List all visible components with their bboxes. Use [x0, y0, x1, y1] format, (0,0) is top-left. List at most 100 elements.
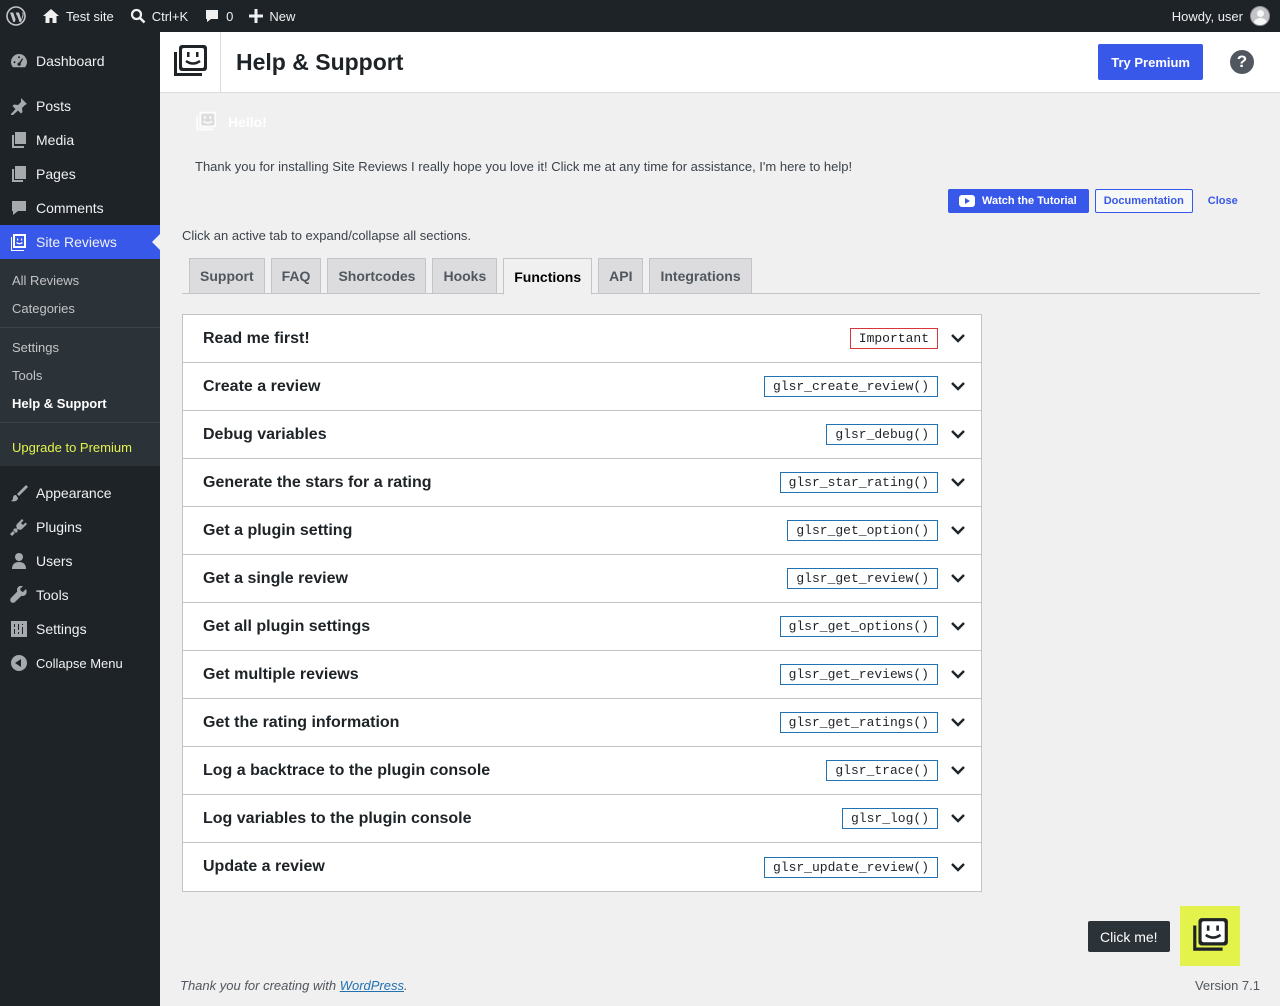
plugin-icon [10, 518, 28, 536]
function-code: glsr_create_review() [763, 376, 938, 397]
chevron-down-icon [951, 428, 965, 442]
dashboard-icon [10, 52, 28, 70]
accordion-section[interactable]: Get multiple reviews glsr_get_reviews() [183, 651, 981, 699]
menu-dashboard[interactable]: Dashboard [0, 44, 160, 78]
assistant-button[interactable] [1180, 906, 1240, 966]
menu-plugins[interactable]: Plugins [0, 510, 160, 544]
admin-bar: Test site Ctrl+K 0 New Howdy, user [0, 0, 1280, 32]
brush-icon [10, 484, 28, 502]
menu-tools[interactable]: Tools [0, 578, 160, 612]
comment-icon [10, 199, 28, 217]
avatar [1250, 6, 1270, 26]
chevron-down-icon [951, 524, 965, 538]
tab-api[interactable]: API [598, 258, 644, 294]
menu-label: Plugins [36, 519, 82, 535]
tab-integrations[interactable]: Integrations [649, 258, 752, 294]
accordion-section[interactable]: Get the rating information glsr_get_rati… [183, 699, 981, 747]
footer-thanks-suffix: . [404, 978, 408, 993]
menu-comments[interactable]: Comments [0, 191, 160, 225]
watch-tutorial-label: Watch the Tutorial [982, 195, 1077, 207]
tab-faq[interactable]: FAQ [270, 258, 322, 294]
accordion-section[interactable]: Update a review glsr_update_review() [183, 843, 981, 891]
menu-posts[interactable]: Posts [0, 89, 160, 123]
chevron-down-icon [951, 764, 965, 778]
help-icon[interactable]: ? [1230, 50, 1254, 74]
site-reviews-submenu: All Reviews Categories Settings Tools He… [0, 259, 160, 466]
new-label: New [269, 8, 296, 24]
accordion-section[interactable]: Create a review glsr_create_review() [183, 363, 981, 411]
home-icon [43, 9, 59, 23]
submenu-tools[interactable]: Tools [0, 361, 160, 389]
tab-functions[interactable]: Functions [503, 258, 593, 295]
menu-label: Site Reviews [36, 234, 117, 250]
function-code: glsr_star_rating() [779, 472, 938, 493]
submenu-upgrade-premium[interactable]: Upgrade to Premium [0, 428, 160, 466]
close-welcome-button[interactable]: Close [1208, 195, 1238, 207]
menu-collapse[interactable]: Collapse Menu [0, 646, 160, 680]
welcome-actions: Watch the Tutorial Documentation Close [948, 189, 1238, 213]
accordion-section[interactable]: Log a backtrace to the plugin console gl… [183, 747, 981, 795]
menu-label: Collapse Menu [36, 655, 123, 671]
pages-icon [10, 165, 28, 183]
comments-count: 0 [226, 8, 234, 24]
account-menu[interactable]: Howdy, user [1164, 0, 1280, 32]
user-icon [10, 552, 28, 570]
accordion-section[interactable]: Get a single review glsr_get_review() [183, 555, 981, 603]
accordion-section[interactable]: Debug variables glsr_debug() [183, 411, 981, 459]
menu-pages[interactable]: Pages [0, 157, 160, 191]
new-content-link[interactable]: New [241, 0, 303, 32]
function-code: glsr_get_reviews() [779, 664, 938, 685]
try-premium-button[interactable]: Try Premium [1098, 44, 1203, 80]
accordion-section[interactable]: Generate the stars for a rating glsr_sta… [183, 459, 981, 507]
menu-label: Pages [36, 166, 76, 182]
accordion-section[interactable]: Log variables to the plugin console glsr… [183, 795, 981, 843]
function-code: glsr_get_ratings() [779, 712, 938, 733]
tab-support[interactable]: Support [189, 258, 265, 294]
menu-label: Posts [36, 98, 72, 114]
footer-thanks-text: Thank you for creating with [180, 978, 340, 993]
tab-shortcodes[interactable]: Shortcodes [327, 258, 427, 294]
functions-accordion: Read me first! Important Create a review… [182, 314, 982, 892]
tab-hooks[interactable]: Hooks [432, 258, 498, 294]
accordion-section[interactable]: Read me first! Important [183, 315, 981, 363]
accordion-section[interactable]: Get all plugin settings glsr_get_options… [183, 603, 981, 651]
page-title: Help & Support [236, 48, 404, 75]
help-tabs: Support FAQ Shortcodes Hooks Functions A… [182, 258, 1260, 295]
submenu-all-reviews[interactable]: All Reviews [0, 266, 160, 294]
section-title: Log a backtrace to the plugin console [203, 761, 491, 779]
wordpress-link[interactable]: WordPress [340, 978, 404, 993]
watch-tutorial-button[interactable]: Watch the Tutorial [948, 189, 1089, 213]
section-title: Get a single review [203, 569, 348, 587]
submenu-divider [0, 422, 160, 423]
site-name-link[interactable]: Test site [34, 0, 122, 32]
comment-icon [206, 10, 219, 22]
search-shortcut-label: Ctrl+K [151, 8, 189, 24]
click-me-tooltip[interactable]: Click me! [1088, 921, 1170, 952]
menu-settings[interactable]: Settings [0, 612, 160, 646]
accordion-section[interactable]: Get a plugin setting glsr_get_option() [183, 507, 981, 555]
menu-users[interactable]: Users [0, 544, 160, 578]
section-title: Get a plugin setting [203, 521, 353, 539]
hello-text: Hello! [228, 114, 267, 130]
menu-label: Media [36, 132, 75, 148]
site-reviews-mascot-icon [1193, 918, 1228, 951]
greeting: Howdy, user [1171, 8, 1243, 24]
comments-link[interactable]: 0 [196, 0, 241, 32]
submenu-help-support[interactable]: Help & Support [0, 389, 160, 417]
wordpress-logo-icon[interactable] [0, 0, 34, 32]
menu-appearance[interactable]: Appearance [0, 476, 160, 510]
section-title: Update a review [203, 858, 325, 875]
page-header: Help & Support Try Premium ? [160, 32, 1280, 93]
search-icon [130, 8, 146, 24]
pin-icon [10, 97, 28, 115]
documentation-button[interactable]: Documentation [1094, 189, 1193, 213]
media-icon [10, 131, 28, 149]
search-shortcut[interactable]: Ctrl+K [122, 0, 196, 32]
youtube-icon [959, 195, 975, 207]
menu-site-reviews[interactable]: Site Reviews [0, 225, 160, 259]
submenu-settings[interactable]: Settings [0, 333, 160, 361]
section-title: Read me first! [203, 329, 310, 347]
submenu-categories[interactable]: Categories [0, 294, 160, 322]
menu-media[interactable]: Media [0, 123, 160, 157]
chevron-down-icon [951, 380, 965, 394]
